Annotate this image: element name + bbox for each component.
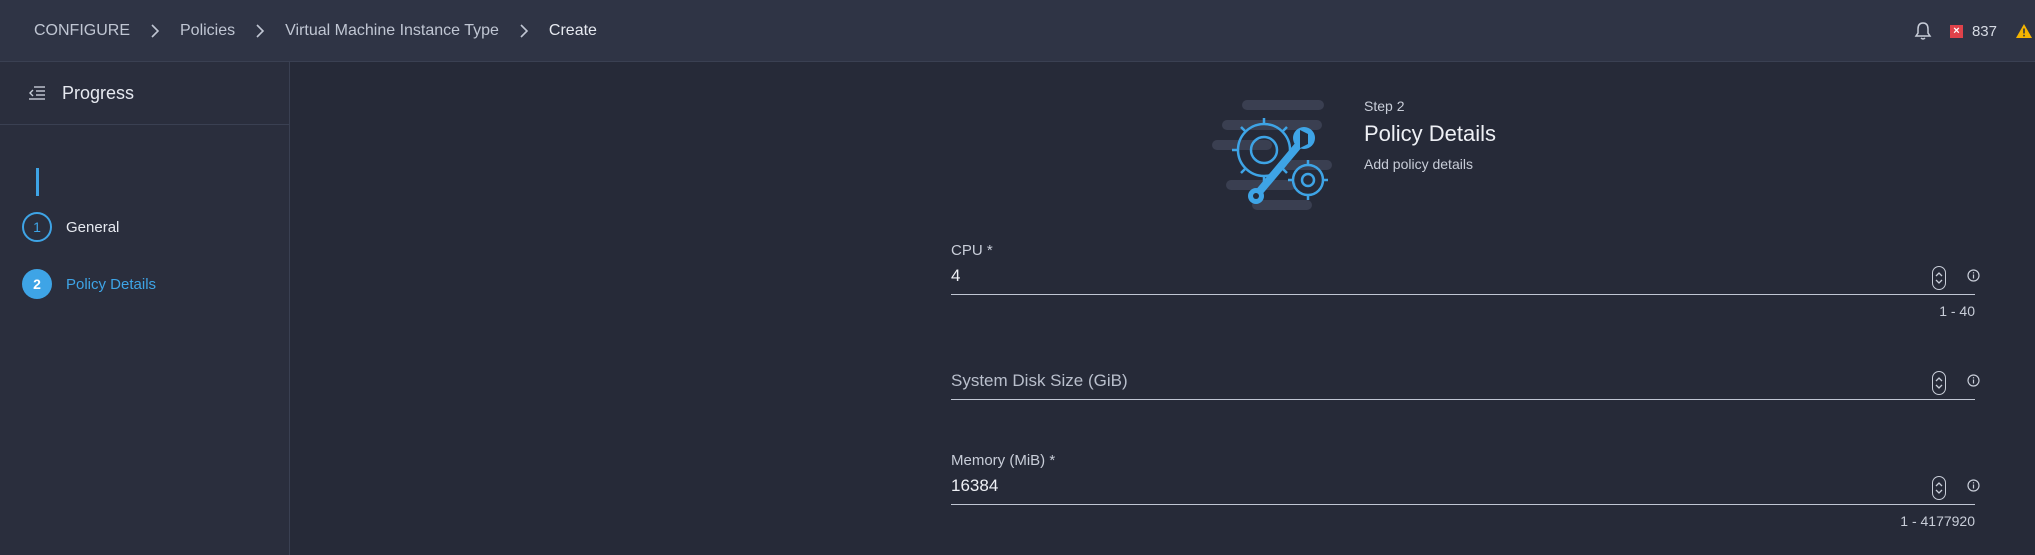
- info-icon[interactable]: [1967, 479, 1980, 492]
- top-right-status: × 837: [1914, 0, 2035, 62]
- memory-label: Memory (MiB) *: [951, 452, 1056, 469]
- breadcrumb: CONFIGURE Policies Virtual Machine Insta…: [34, 0, 597, 62]
- gear-wrench-icon: [1212, 100, 1352, 225]
- breadcrumb-create: Create: [548, 22, 597, 39]
- chevron-right-icon: [513, 20, 535, 42]
- main-content: Step 2 Policy Details Add policy details…: [290, 62, 2035, 555]
- progress-header: Progress: [0, 62, 289, 125]
- number-stepper-icon[interactable]: [1932, 266, 1946, 290]
- step-policy-details[interactable]: 2 Policy Details: [22, 269, 156, 299]
- cpu-range: 1 - 40: [1939, 303, 1975, 319]
- top-bar: CONFIGURE Policies Virtual Machine Insta…: [0, 0, 2035, 62]
- step-number-1: 1: [22, 212, 52, 242]
- page-title: Policy Details: [1364, 121, 1497, 146]
- cpu-field: CPU * 1 - 40: [951, 242, 1980, 319]
- info-icon[interactable]: [1967, 269, 1980, 282]
- memory-field: Memory (MiB) * 1 - 4177920: [951, 452, 1980, 529]
- bell-icon[interactable]: [1914, 21, 1932, 41]
- breadcrumb-policies[interactable]: Policies: [180, 22, 235, 40]
- step-label-general: General: [66, 218, 120, 236]
- collapse-menu-icon[interactable]: [28, 86, 46, 100]
- critical-alarm-count: 837: [1971, 22, 1997, 40]
- memory-input[interactable]: [951, 470, 1911, 502]
- progress-sidebar: Progress 1 General 2 Policy Details: [0, 62, 290, 555]
- system-disk-size-label: [951, 347, 1975, 365]
- system-disk-size-field: [951, 347, 1980, 400]
- memory-input-row: [951, 470, 1980, 505]
- warning-triangle-icon[interactable]: [2015, 23, 2035, 39]
- chevron-right-icon: [144, 20, 166, 42]
- critical-alarm-icon: ×: [1949, 24, 1963, 38]
- breadcrumb-configure[interactable]: CONFIGURE: [34, 22, 130, 40]
- chevron-right-icon: [249, 20, 271, 42]
- memory-range: 1 - 4177920: [1900, 513, 1975, 529]
- number-stepper-icon[interactable]: [1932, 476, 1946, 500]
- wizard-step-info: Step 2 Policy Details Add policy details: [1364, 98, 1496, 172]
- step-number-2: 2: [22, 269, 52, 299]
- system-disk-size-input-row: [951, 365, 1980, 400]
- cpu-input[interactable]: [951, 260, 1911, 292]
- cpu-input-row: [951, 260, 1980, 295]
- step-general[interactable]: 1 General: [22, 212, 119, 242]
- step-label-policy-details: Policy Details: [66, 275, 157, 293]
- breadcrumb-vm-instance-type[interactable]: Virtual Machine Instance Type: [285, 22, 499, 40]
- number-stepper-icon[interactable]: [1932, 371, 1946, 395]
- cpu-label: CPU *: [951, 242, 993, 259]
- critical-alarm-indicator[interactable]: × 837: [1949, 22, 1997, 40]
- progress-title: Progress: [62, 82, 135, 103]
- step-number: Step 2: [1364, 98, 1405, 114]
- system-disk-size-input[interactable]: [951, 365, 1911, 397]
- step-connector: [36, 168, 39, 196]
- info-icon[interactable]: [1967, 374, 1980, 387]
- page-subtitle: Add policy details: [1364, 156, 1473, 172]
